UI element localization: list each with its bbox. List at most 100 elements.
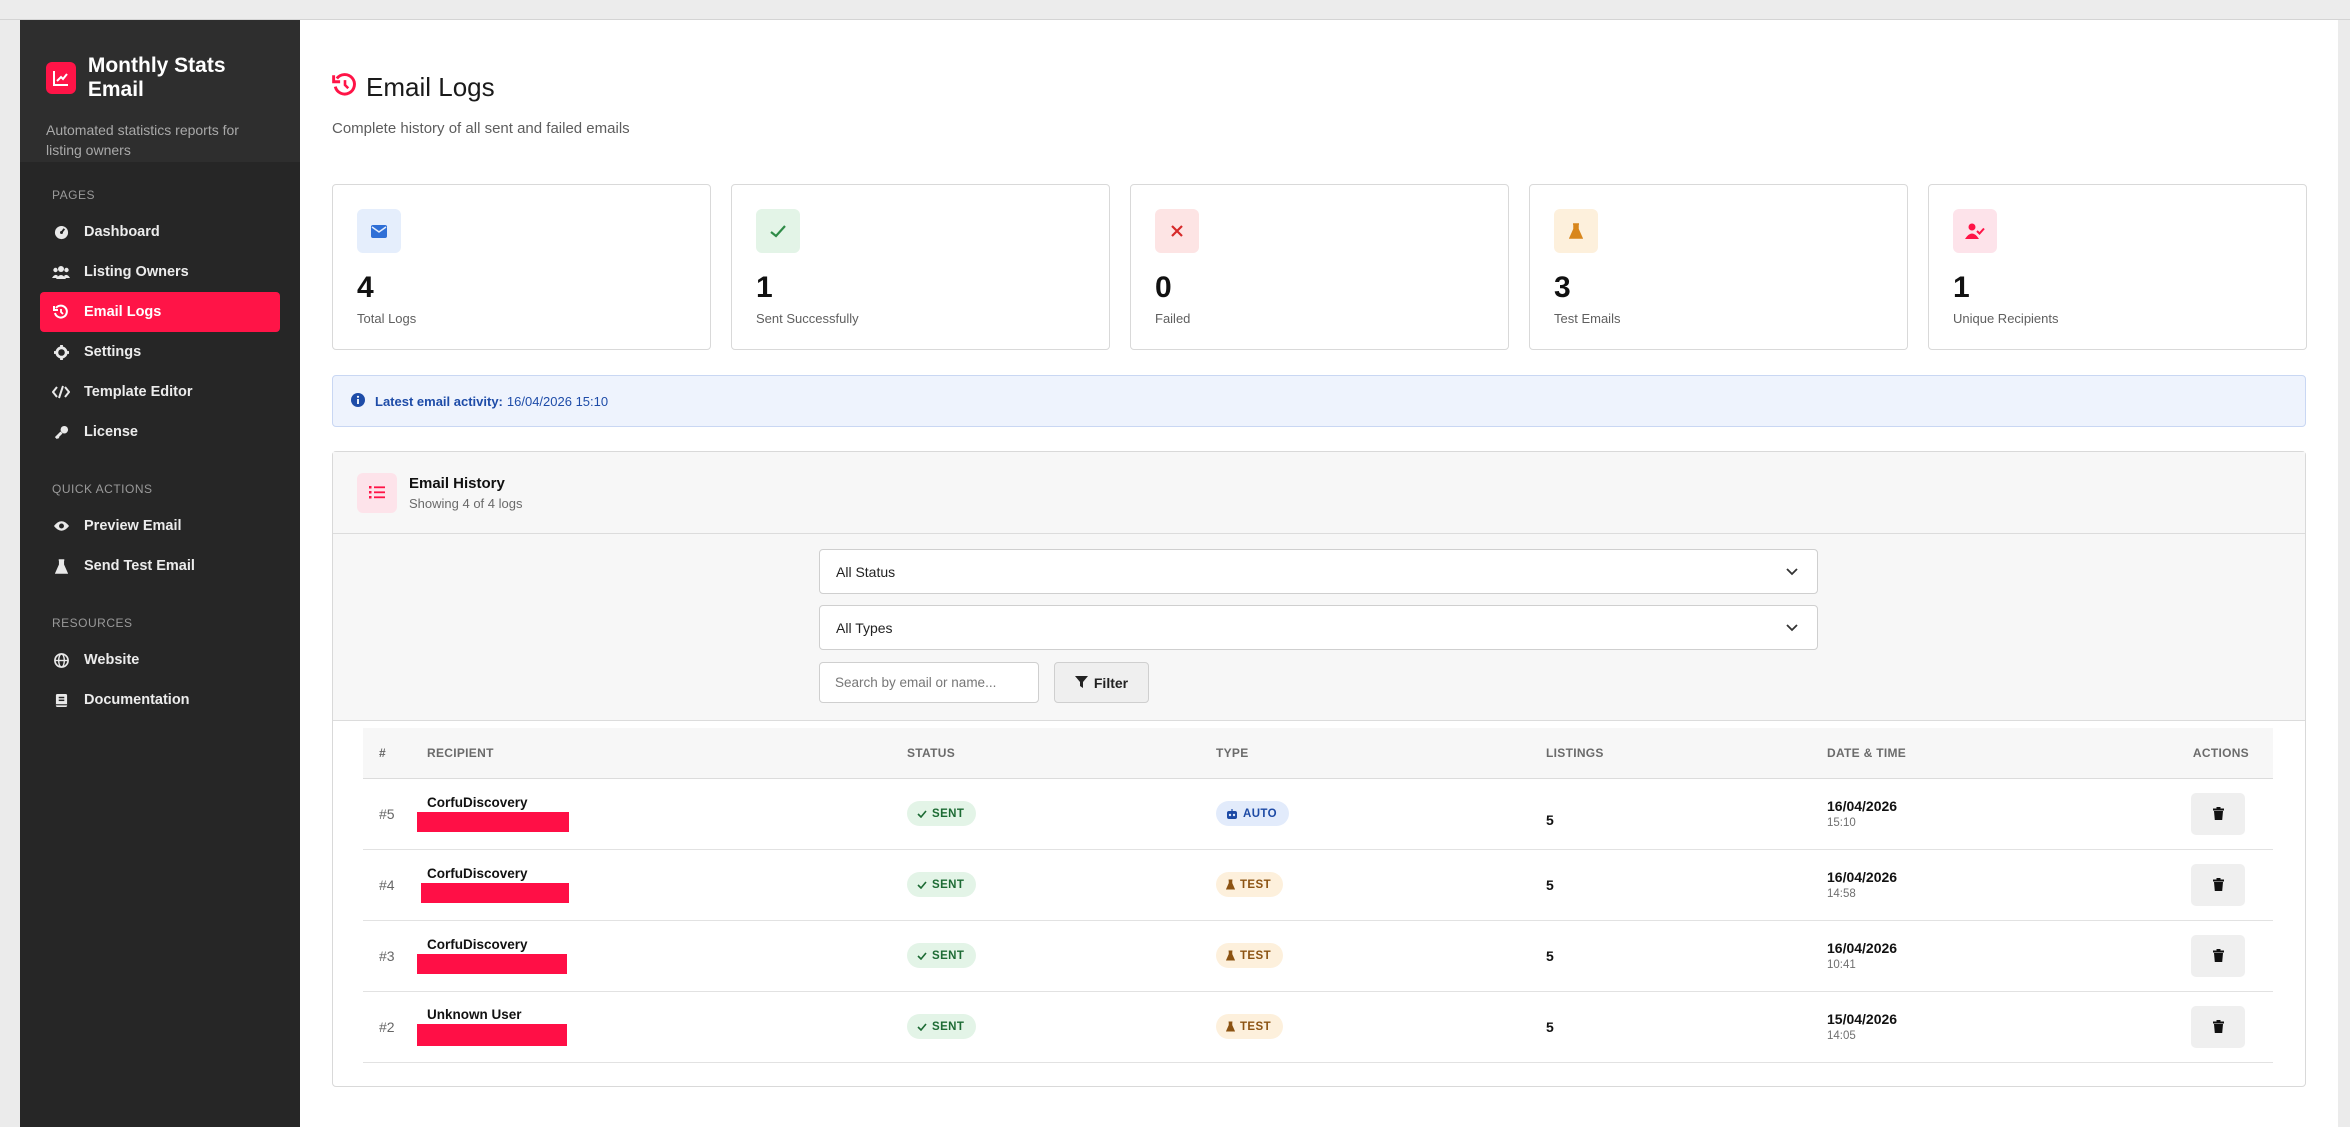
log-date: 16/04/2026	[1827, 869, 1898, 885]
sidebar-item-license[interactable]: License	[40, 412, 280, 452]
listings-count: 5	[1546, 1018, 1554, 1035]
chart-line-icon	[46, 62, 76, 94]
table-header-row: # RECIPIENT STATUS TYPE LISTINGS DATE & …	[363, 728, 2273, 779]
stat-label: Unique Recipients	[1953, 311, 2059, 326]
filter-icon	[1074, 676, 1088, 688]
sidebar-item-preview-email[interactable]: Preview Email	[40, 506, 280, 546]
notice-label: Latest email activity:	[375, 393, 503, 409]
latest-activity-notice: Latest email activity: 16/04/2026 15:10	[332, 375, 2306, 427]
sidebar-item-label: Send Test Email	[84, 558, 195, 574]
sidebar-item-label: Documentation	[84, 692, 190, 708]
key-icon	[52, 423, 70, 441]
flask-icon	[1554, 209, 1598, 253]
envelope-icon	[357, 209, 401, 253]
log-date: 16/04/2026	[1827, 798, 1898, 814]
search-input[interactable]	[819, 662, 1039, 703]
filters-bar: All Status All Types Filter	[333, 534, 2305, 721]
section-label-resources: RESOURCES	[52, 616, 133, 630]
flask-icon	[1226, 1021, 1235, 1032]
table-row: #4 CorfuDiscovery SENT TEST 5 16/04/2026…	[363, 849, 2273, 921]
delete-button[interactable]	[2191, 792, 2245, 835]
row-number: #5	[363, 778, 411, 850]
stat-value: 4	[357, 271, 374, 304]
type-select[interactable]: All Types	[819, 605, 1818, 650]
type-badge: AUTO	[1216, 801, 1289, 826]
trash-icon	[2212, 807, 2224, 820]
panel-header: Email History Showing 4 of 4 logs	[333, 452, 2305, 534]
sidebar-item-label: Settings	[84, 344, 142, 360]
recipient-cell: CorfuDiscovery	[411, 778, 907, 850]
delete-button[interactable]	[2191, 1005, 2245, 1048]
type-badge: TEST	[1216, 872, 1283, 897]
info-icon	[351, 392, 365, 410]
page-title-row: Email Logs	[332, 72, 495, 103]
stat-card-sent-successfully: 1 Sent Successfully	[731, 184, 1110, 350]
chevron-down-icon	[1785, 564, 1799, 581]
panel-title: Email History	[409, 474, 505, 492]
x-icon	[1155, 209, 1199, 253]
listings-count: 5	[1546, 947, 1554, 964]
brand-header: Monthly Stats Email Automated statistics…	[20, 20, 300, 162]
stat-value: 3	[1554, 271, 1571, 304]
dashboard-icon	[52, 223, 70, 241]
section-label-pages: PAGES	[52, 188, 95, 202]
stat-value: 1	[756, 271, 773, 304]
sidebar-item-documentation[interactable]: Documentation	[40, 680, 280, 720]
eye-icon	[52, 517, 70, 535]
redaction-box	[417, 812, 569, 832]
notice-value: 16/04/2026 15:10	[506, 393, 609, 409]
listings-count: 5	[1546, 811, 1554, 828]
recipient-cell: CorfuDiscovery	[411, 849, 907, 921]
sidebar-item-listing-owners[interactable]: Listing Owners	[40, 252, 280, 292]
page-subtitle: Complete history of all sent and failed …	[332, 120, 630, 137]
recipient-name: CorfuDiscovery	[427, 937, 528, 952]
status-select[interactable]: All Status	[819, 549, 1818, 594]
type-select-value: All Types	[836, 619, 893, 636]
status-badge: SENT	[907, 801, 977, 826]
brand-title: Monthly Stats Email	[87, 54, 226, 101]
sidebar-item-label: Listing Owners	[84, 264, 189, 280]
log-date: 15/04/2026	[1827, 1011, 1898, 1027]
sidebar-item-dashboard[interactable]: Dashboard	[40, 212, 280, 252]
stat-card-test-emails: 3 Test Emails	[1529, 184, 1908, 350]
browser-top-bar	[0, 0, 2350, 20]
user-check-icon	[1953, 209, 1997, 253]
column-header: STATUS	[907, 728, 1216, 779]
brand-row[interactable]: Monthly Stats Email	[46, 54, 274, 102]
flask-icon	[52, 557, 70, 575]
sidebar-item-label: Email Logs	[84, 304, 162, 320]
column-header: LISTINGS	[1546, 728, 1827, 779]
robot-icon	[1227, 808, 1237, 819]
list-icon	[357, 472, 397, 513]
code-icon	[52, 383, 70, 401]
section-label-quick-actions: QUICK ACTIONS	[52, 482, 153, 496]
delete-button[interactable]	[2191, 863, 2245, 906]
redaction-box	[417, 1024, 567, 1046]
sidebar-item-label: Template Editor	[84, 384, 193, 400]
sidebar-item-email-logs[interactable]: Email Logs	[40, 292, 280, 332]
type-badge: TEST	[1216, 943, 1283, 968]
sidebar-item-template-editor[interactable]: Template Editor	[40, 372, 280, 412]
stat-label: Sent Successfully	[756, 311, 859, 326]
check-icon	[917, 809, 927, 818]
panel-subtitle: Showing 4 of 4 logs	[409, 495, 523, 511]
history-icon	[52, 303, 70, 321]
sidebar-item-settings[interactable]: Settings	[40, 332, 280, 372]
flask-icon	[1226, 950, 1235, 961]
column-header: ACTIONS	[2114, 728, 2273, 779]
stat-label: Total Logs	[357, 311, 417, 326]
recipient-cell: CorfuDiscovery	[411, 920, 907, 992]
delete-button[interactable]	[2191, 934, 2245, 977]
check-icon	[917, 951, 927, 960]
status-badge: SENT	[907, 943, 977, 968]
stat-card-failed: 0 Failed	[1130, 184, 1509, 350]
log-date: 16/04/2026	[1827, 940, 1898, 956]
check-icon	[917, 1022, 927, 1031]
sidebar: Monthly Stats Email Automated statistics…	[20, 20, 300, 1127]
filter-button[interactable]: Filter	[1054, 662, 1149, 703]
row-number: #2	[363, 991, 411, 1063]
sidebar-item-website[interactable]: Website	[40, 640, 280, 680]
sidebar-item-send-test-email[interactable]: Send Test Email	[40, 546, 280, 586]
page-title: Email Logs	[366, 72, 495, 102]
globe-icon	[52, 651, 70, 669]
